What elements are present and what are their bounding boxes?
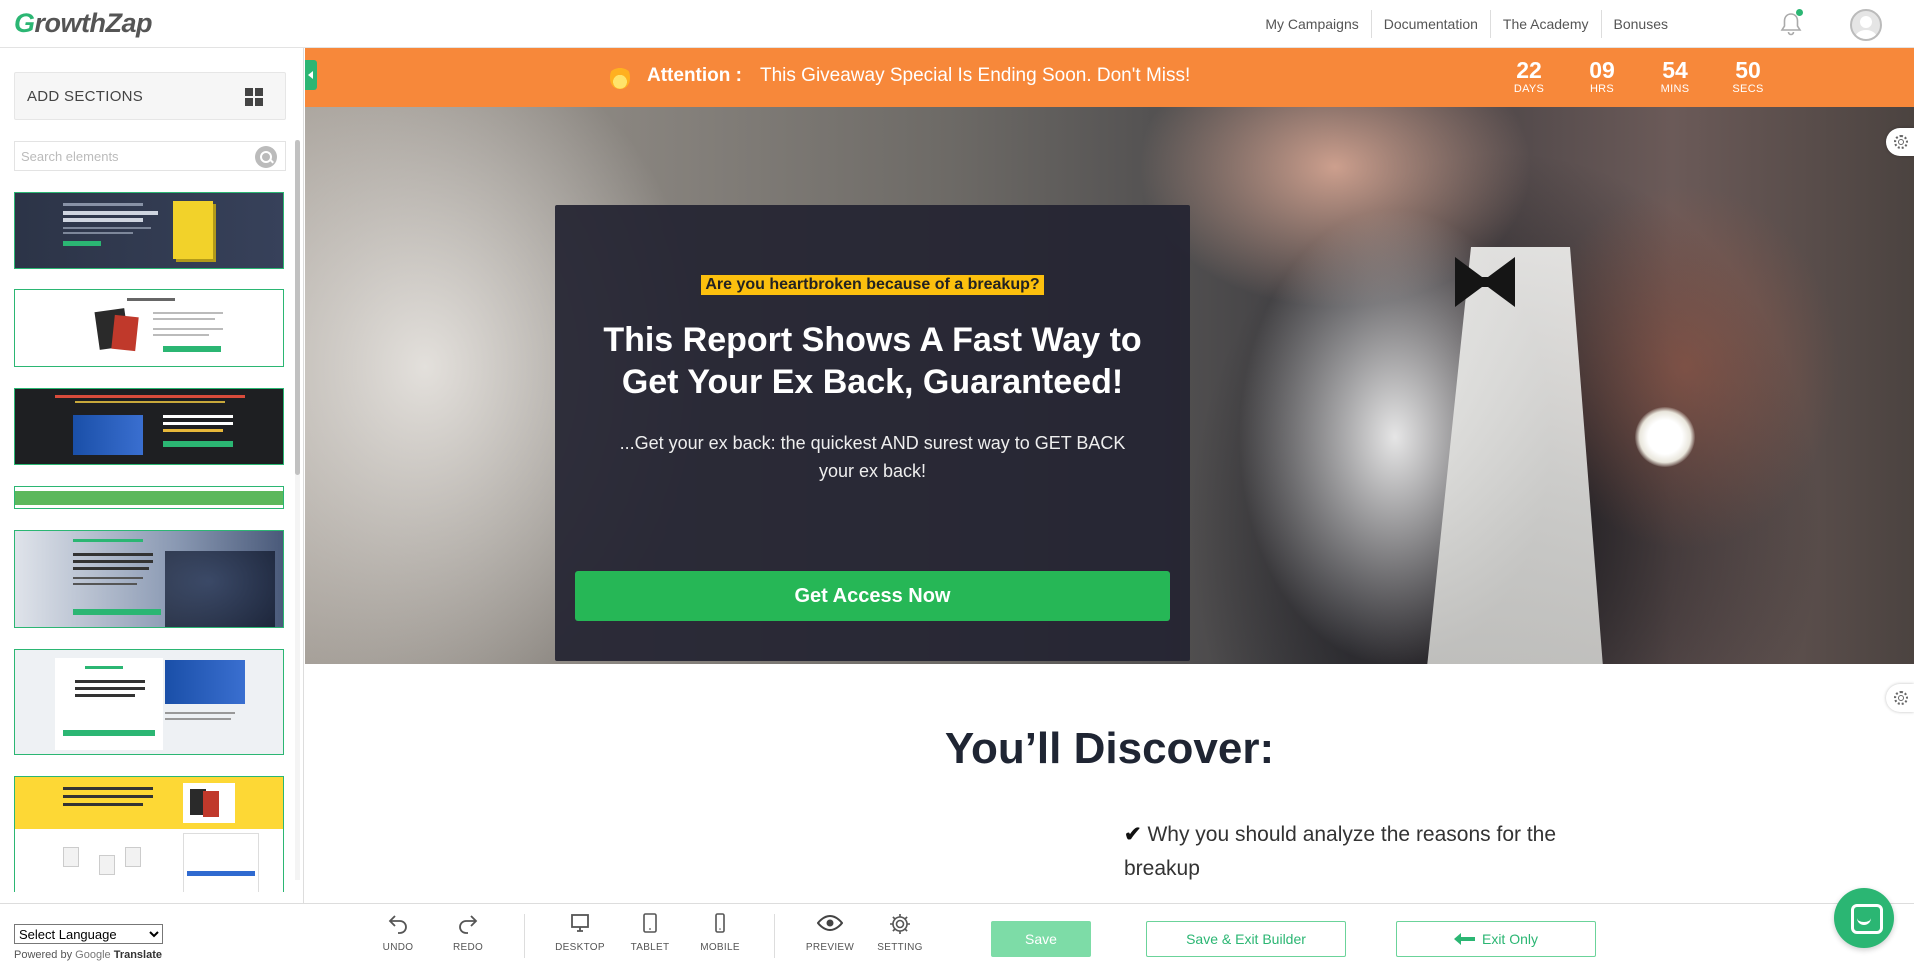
mobile-view-button[interactable]: MOBILE (692, 912, 748, 953)
section-settings-gear-icon[interactable] (1886, 128, 1914, 156)
search-elements-box (14, 141, 286, 171)
nav-the-academy[interactable]: The Academy (1491, 10, 1602, 38)
nav-my-campaigns[interactable]: My Campaigns (1253, 10, 1372, 38)
notification-dot (1796, 9, 1803, 16)
section-template-3[interactable] (14, 388, 284, 465)
discover-bullet: ✔ Why you should analyze the reasons for… (1124, 818, 1564, 886)
countdown-seconds: 50 SECS (1732, 57, 1764, 95)
section-thumbnails (14, 192, 286, 892)
boutonniere-shape (1635, 407, 1695, 467)
hero-title: This Report Shows A Fast Way to Get Your… (603, 321, 1142, 401)
search-icon[interactable] (255, 146, 277, 168)
powered-by-google-translate: Powered by Google Translate (14, 949, 163, 961)
mobile-icon (692, 912, 748, 936)
save-exit-button[interactable]: Save & Exit Builder (1146, 921, 1346, 957)
section-template-5[interactable] (14, 530, 284, 628)
language-select[interactable]: Select Language (14, 924, 163, 944)
toolbar-divider (774, 914, 775, 958)
exit-only-button[interactable]: Exit Only (1396, 921, 1596, 957)
tablet-icon (622, 912, 678, 936)
checkmark-icon: ✔ (1124, 823, 1142, 846)
section-template-1[interactable] (14, 192, 284, 269)
gear-icon (872, 912, 928, 936)
undo-icon (370, 912, 426, 936)
hero-section: Are you heartbroken because of a breakup… (305, 107, 1914, 664)
nav-bonuses[interactable]: Bonuses (1602, 10, 1680, 38)
save-button[interactable]: Save (991, 921, 1091, 957)
setting-button[interactable]: SETTING (872, 912, 928, 953)
builder-toolbar: Select Language Powered by Google Transl… (0, 903, 1914, 962)
section-settings-gear-icon-2[interactable] (1886, 684, 1914, 712)
chat-widget-icon[interactable] (1834, 888, 1894, 948)
attention-title: Attention : (647, 65, 742, 86)
hero-card: Are you heartbroken because of a breakup… (555, 205, 1190, 661)
top-navbar: GrowthZap My Campaigns Documentation The… (0, 0, 1914, 48)
add-sections-label: ADD SECTIONS (27, 88, 144, 105)
countdown-hours: 09 HRS (1589, 57, 1615, 95)
section-template-6[interactable] (14, 649, 284, 755)
redo-button[interactable]: REDO (440, 912, 496, 953)
countdown-minutes: 54 MINS (1660, 57, 1690, 95)
add-sections-header[interactable]: ADD SECTIONS (14, 72, 286, 120)
discover-heading: You’ll Discover: (944, 724, 1275, 773)
get-access-button[interactable]: Get Access Now (575, 571, 1170, 621)
arrow-left-icon (1453, 923, 1476, 957)
attention-message: This Giveaway Special Is Ending Soon. Do… (760, 65, 1191, 86)
desktop-icon (552, 912, 608, 936)
toolbar-divider (524, 914, 525, 958)
page-canvas: Attention : This Giveaway Special Is End… (305, 48, 1914, 903)
bullet-text: Why you should analyze the reasons for t… (1124, 823, 1557, 880)
section-template-2[interactable] (14, 289, 284, 367)
fire-icon (610, 65, 630, 89)
undo-button[interactable]: UNDO (370, 912, 426, 953)
desktop-view-button[interactable]: DESKTOP (552, 912, 608, 953)
bell-icon[interactable] (1778, 9, 1804, 37)
section-template-4[interactable] (14, 486, 284, 509)
section-template-7[interactable] (14, 776, 284, 892)
grid-icon[interactable] (245, 88, 263, 106)
main-nav: My Campaigns Documentation The Academy B… (1253, 0, 1680, 48)
preview-button[interactable]: PREVIEW (802, 912, 858, 953)
countdown-days: 22 DAYS (1513, 57, 1545, 95)
hero-kicker: Are you heartbroken because of a breakup… (701, 275, 1044, 295)
attention-bar: Attention : This Giveaway Special Is End… (305, 48, 1914, 107)
hero-subtitle: ...Get your ex back: the quickest AND su… (619, 433, 1126, 481)
hero-background-photo (1427, 247, 1603, 664)
sections-sidebar: ADD SECTIONS (0, 48, 304, 903)
eye-icon (802, 912, 858, 936)
collapse-sidebar-toggle[interactable] (305, 60, 317, 90)
redo-icon (440, 912, 496, 936)
nav-documentation[interactable]: Documentation (1372, 10, 1491, 38)
tablet-view-button[interactable]: TABLET (622, 912, 678, 953)
user-avatar[interactable] (1850, 9, 1882, 41)
search-elements-input[interactable] (15, 142, 245, 170)
sidebar-scrollbar-thumb[interactable] (295, 140, 300, 475)
growthzap-logo[interactable]: GrowthZap (14, 8, 153, 39)
exit-only-label: Exit Only (1481, 931, 1538, 947)
